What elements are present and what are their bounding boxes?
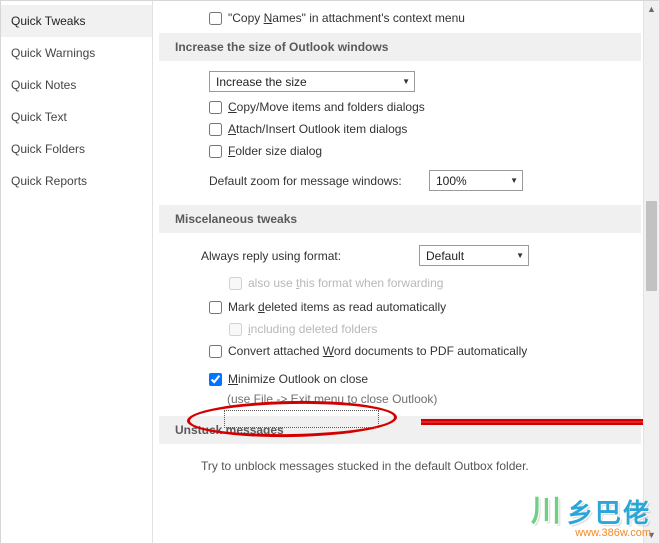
section-misc-header: Miscelaneous tweaks <box>159 205 641 233</box>
copy-move-checkbox[interactable] <box>209 101 222 114</box>
reply-format-row: Always reply using format: Default ▼ <box>153 239 643 272</box>
brand-watermark: 川 乡巴佬 www.386w.com <box>531 493 651 539</box>
attach-insert-label: Attach/Insert Outlook item dialogs <box>228 122 407 136</box>
increase-size-row: Increase the size ▼ <box>153 67 643 96</box>
zoom-label: Default zoom for message windows: <box>209 174 429 188</box>
sidebar-item-quick-text[interactable]: Quick Text <box>1 101 152 133</box>
sidebar-item-quick-notes[interactable]: Quick Notes <box>1 69 152 101</box>
zoom-combo[interactable]: 100% ▼ <box>429 170 523 191</box>
also-use-label: also use this format when forwarding <box>248 276 443 290</box>
folder-size-row: Folder size dialog <box>153 140 643 162</box>
sidebar-item-label: Quick Tweaks <box>11 14 85 28</box>
main-panel: "Copy Names" in attachment's context men… <box>153 1 659 543</box>
sidebar: Quick Tweaks Quick Warnings Quick Notes … <box>1 1 153 543</box>
combo-value: Default <box>426 249 464 263</box>
sidebar-item-label: Quick Text <box>11 110 67 124</box>
section-unstuck-header: Unstuck messages <box>159 416 641 444</box>
incl-deleted-row: including deleted folders <box>153 318 643 340</box>
minimize-close-row: Minimize Outlook on close <box>153 362 643 390</box>
minimize-close-hint: (use File -> Exit menu to close Outlook) <box>153 390 643 412</box>
sidebar-item-quick-warnings[interactable]: Quick Warnings <box>1 37 152 69</box>
mark-deleted-label: Mark deleted items as read automatically <box>228 300 446 314</box>
reply-format-label: Always reply using format: <box>201 249 419 263</box>
app-root: Quick Tweaks Quick Warnings Quick Notes … <box>0 0 660 544</box>
copy-move-label: Copy/Move items and folders dialogs <box>228 100 425 114</box>
minimize-close-label: Minimize Outlook on close <box>228 372 368 386</box>
convert-pdf-label: Convert attached Word documents to PDF a… <box>228 344 527 358</box>
brand-name: 川 乡巴佬 <box>531 493 651 530</box>
scrollbar-up-icon[interactable]: ▲ <box>644 1 659 17</box>
increase-size-combo[interactable]: Increase the size ▼ <box>209 71 415 92</box>
minimize-close-checkbox[interactable] <box>209 373 222 386</box>
combo-value: Increase the size <box>216 75 307 89</box>
sidebar-item-quick-reports[interactable]: Quick Reports <box>1 165 152 197</box>
chevron-down-icon: ▼ <box>402 77 410 86</box>
zoom-row: Default zoom for message windows: 100% ▼ <box>153 162 643 201</box>
scrollbar[interactable]: ▲ ▼ <box>643 1 659 543</box>
incl-deleted-checkbox[interactable] <box>229 323 242 336</box>
sidebar-item-label: Quick Notes <box>11 78 76 92</box>
scrollbar-thumb[interactable] <box>646 201 657 291</box>
folder-size-label: Folder size dialog <box>228 144 322 158</box>
convert-pdf-row: Convert attached Word documents to PDF a… <box>153 340 643 362</box>
copy-names-label: "Copy Names" in attachment's context men… <box>228 11 465 25</box>
sidebar-item-label: Quick Warnings <box>11 46 95 60</box>
attach-insert-row: Attach/Insert Outlook item dialogs <box>153 118 643 140</box>
unstuck-text: Try to unblock messages stucked in the d… <box>153 450 573 483</box>
chevron-down-icon: ▼ <box>516 251 524 260</box>
brand-url: www.386w.com <box>531 527 651 539</box>
copy-move-row: Copy/Move items and folders dialogs <box>153 96 643 118</box>
brand-mark-icon: 川 <box>531 503 563 521</box>
mark-deleted-checkbox[interactable] <box>209 301 222 314</box>
sidebar-item-quick-tweaks[interactable]: Quick Tweaks <box>1 5 152 37</box>
section-windows-header: Increase the size of Outlook windows <box>159 33 641 61</box>
convert-pdf-checkbox[interactable] <box>209 345 222 358</box>
sidebar-item-label: Quick Reports <box>11 174 87 188</box>
chevron-down-icon: ▼ <box>510 176 518 185</box>
incl-deleted-label: including deleted folders <box>248 322 377 336</box>
scroll-content: "Copy Names" in attachment's context men… <box>153 1 643 543</box>
also-use-checkbox[interactable] <box>229 277 242 290</box>
combo-value: 100% <box>436 174 467 188</box>
mark-deleted-row: Mark deleted items as read automatically <box>153 296 643 318</box>
attach-insert-checkbox[interactable] <box>209 123 222 136</box>
reply-format-combo[interactable]: Default ▼ <box>419 245 529 266</box>
also-use-row: also use this format when forwarding <box>153 272 643 294</box>
sidebar-item-quick-folders[interactable]: Quick Folders <box>1 133 152 165</box>
sidebar-item-label: Quick Folders <box>11 142 85 156</box>
copy-names-row: "Copy Names" in attachment's context men… <box>153 7 643 29</box>
folder-size-checkbox[interactable] <box>209 145 222 158</box>
copy-names-checkbox[interactable] <box>209 12 222 25</box>
